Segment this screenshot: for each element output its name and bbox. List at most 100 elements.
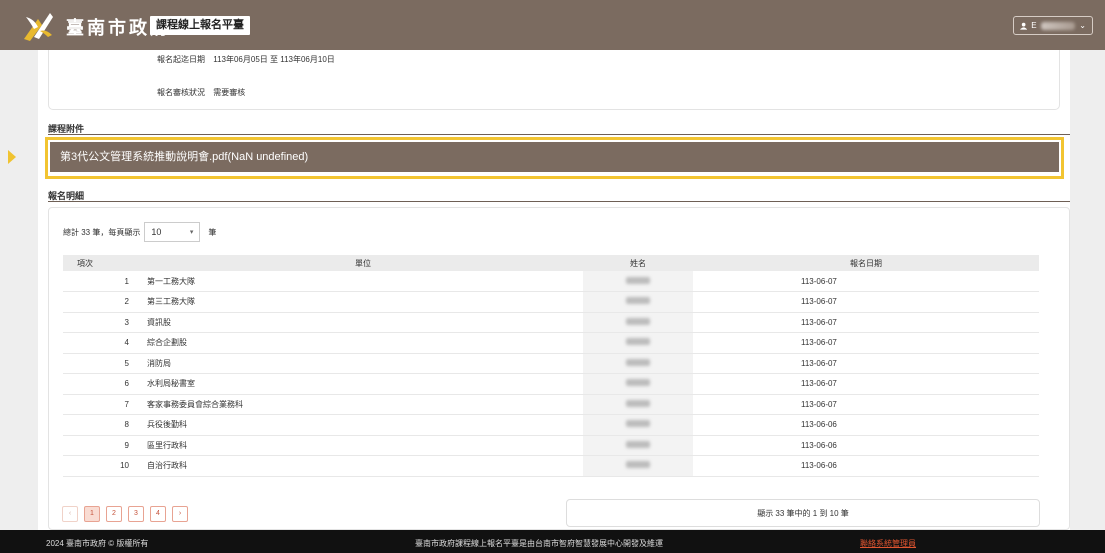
row-name-redacted bbox=[583, 373, 693, 395]
page-button-2[interactable]: 2 bbox=[106, 506, 122, 522]
page-size-select[interactable]: 10 ▾ bbox=[144, 222, 201, 242]
row-index: 6 bbox=[63, 373, 143, 395]
redacted-name-blur bbox=[626, 379, 650, 387]
table-header-row: 項次 單位 姓名 報名日期 bbox=[63, 255, 1039, 271]
side-toggle-arrow-icon[interactable] bbox=[8, 150, 16, 164]
chevron-down-icon: ▾ bbox=[189, 229, 194, 236]
count-prefix: 總計 33 筆，每頁顯示 bbox=[63, 227, 141, 237]
count-suffix: 筆 bbox=[208, 227, 217, 237]
redacted-name-blur bbox=[626, 461, 650, 469]
next-page-button[interactable]: › bbox=[172, 506, 188, 522]
redacted-name-blur bbox=[626, 276, 650, 284]
registration-detail-card: 總計 33 筆，每頁顯示 10 ▾ 筆 項次 單位 姓名 報名日期 1 第一工務大… bbox=[48, 207, 1070, 530]
footer-credit: 臺南市政府課程線上報名平臺是由台南市智府智慧發展中心開發及維運 bbox=[415, 539, 663, 548]
table-row: 6 水利局秘書室 113-06-07 bbox=[63, 373, 1039, 395]
row-date: 113-06-06 bbox=[693, 455, 1039, 477]
row-unit: 第一工務大隊 bbox=[143, 271, 583, 292]
row-name-redacted bbox=[583, 435, 693, 456]
page-button-1[interactable]: 1 bbox=[84, 506, 100, 522]
page-footer: 2024 臺南市政府 © 版權所有 臺南市政府課程線上報名平臺是由台南市智府智慧… bbox=[0, 530, 1105, 553]
row-name-redacted bbox=[583, 271, 693, 292]
row-index: 2 bbox=[63, 291, 143, 313]
row-index: 10 bbox=[63, 455, 143, 477]
table-row: 7 客家事務委員會綜合業務科 113-06-07 bbox=[63, 394, 1039, 415]
table-row: 8 兵役後勤科 113-06-06 bbox=[63, 414, 1039, 436]
redacted-name-blur bbox=[626, 338, 650, 346]
details-divider bbox=[48, 201, 1070, 202]
row-date: 113-06-07 bbox=[693, 271, 1039, 292]
page-button-4[interactable]: 4 bbox=[150, 506, 166, 522]
row-index: 3 bbox=[63, 312, 143, 333]
redacted-name-blur bbox=[626, 420, 650, 428]
course-info-card: 報名起迄日期 113年06月05日 至 113年06月10日 報名審核狀況 需要… bbox=[48, 50, 1060, 110]
col-unit-header: 單位 bbox=[143, 255, 583, 271]
row-unit: 消防局 bbox=[143, 353, 583, 374]
user-icon bbox=[1020, 22, 1028, 30]
row-index: 5 bbox=[63, 353, 143, 374]
row-index: 1 bbox=[63, 271, 143, 292]
row-index: 4 bbox=[63, 332, 143, 354]
tainan-logo-icon bbox=[24, 13, 53, 41]
chevron-down-icon: ⌄ bbox=[1079, 21, 1086, 30]
row-date: 113-06-07 bbox=[693, 291, 1039, 313]
redacted-name-blur bbox=[626, 358, 650, 366]
period-row: 報名起迄日期 113年06月05日 至 113年06月10日 bbox=[157, 54, 335, 65]
table-row: 2 第三工務大隊 113-06-07 bbox=[63, 291, 1039, 313]
user-menu-button[interactable]: E ⌄ bbox=[1013, 16, 1093, 35]
row-date: 113-06-06 bbox=[693, 435, 1039, 456]
redacted-name-blur bbox=[626, 317, 650, 325]
row-unit: 客家事務委員會綜合業務科 bbox=[143, 394, 583, 415]
pagination-summary: 顯示 33 筆中的 1 到 10 筆 bbox=[566, 499, 1040, 527]
period-value: 113年06月05日 至 113年06月10日 bbox=[213, 55, 335, 64]
table-row: 10 自治行政科 113-06-06 bbox=[63, 455, 1039, 477]
row-index: 9 bbox=[63, 435, 143, 456]
page-size-line: 總計 33 筆，每頁顯示 10 ▾ 筆 bbox=[63, 222, 216, 242]
row-name-redacted bbox=[583, 291, 693, 313]
row-unit: 第三工務大隊 bbox=[143, 291, 583, 313]
main-content: 報名起迄日期 113年06月05日 至 113年06月10日 報名審核狀況 需要… bbox=[38, 50, 1070, 530]
page-size-value: 10 bbox=[151, 227, 162, 237]
col-name-header: 姓名 bbox=[583, 255, 693, 271]
footer-copyright: 2024 臺南市政府 © 版權所有 bbox=[46, 539, 149, 548]
registration-table: 項次 單位 姓名 報名日期 1 第一工務大隊 113-06-07 2 第三工務大隊 113… bbox=[63, 255, 1039, 477]
table-row: 3 資訊股 113-06-07 bbox=[63, 312, 1039, 333]
table-row: 9 區里行政科 113-06-06 bbox=[63, 435, 1039, 456]
row-unit: 區里行政科 bbox=[143, 435, 583, 456]
review-row: 報名審核狀況 需要審核 bbox=[157, 87, 245, 98]
redacted-name-blur bbox=[626, 297, 650, 305]
row-index: 8 bbox=[63, 414, 143, 436]
row-name-redacted bbox=[583, 394, 693, 415]
row-unit: 自治行政科 bbox=[143, 455, 583, 477]
redacted-name-blur bbox=[626, 399, 650, 407]
row-unit: 兵役後勤科 bbox=[143, 414, 583, 436]
col-idx-header: 項次 bbox=[63, 255, 143, 271]
row-name-redacted bbox=[583, 414, 693, 436]
row-index: 7 bbox=[63, 394, 143, 415]
user-name-redacted bbox=[1040, 21, 1076, 30]
user-initial: E bbox=[1031, 21, 1037, 30]
row-name-redacted bbox=[583, 312, 693, 333]
pagination: ‹ 1 2 3 4 › bbox=[62, 506, 188, 522]
row-date: 113-06-07 bbox=[693, 373, 1039, 395]
row-date: 113-06-07 bbox=[693, 353, 1039, 374]
row-date: 113-06-06 bbox=[693, 414, 1039, 436]
app-name-badge: 課程線上報名平臺 bbox=[150, 16, 250, 35]
table-row: 4 綜合企劃股 113-06-07 bbox=[63, 332, 1039, 354]
row-date: 113-06-07 bbox=[693, 312, 1039, 333]
prev-page-button[interactable]: ‹ bbox=[62, 506, 78, 522]
review-label: 報名審核狀況 bbox=[157, 88, 205, 97]
row-name-redacted bbox=[583, 332, 693, 354]
col-date-header: 報名日期 bbox=[693, 255, 1039, 271]
row-date: 113-06-07 bbox=[693, 332, 1039, 354]
attachment-file-link[interactable]: 第3代公文管理系統推動說明會.pdf(NaN undefined) bbox=[50, 142, 1059, 172]
row-unit: 水利局秘書室 bbox=[143, 373, 583, 395]
row-unit: 資訊股 bbox=[143, 312, 583, 333]
period-label: 報名起迄日期 bbox=[157, 55, 205, 64]
table-row: 5 消防局 113-06-07 bbox=[63, 353, 1039, 374]
page-button-3[interactable]: 3 bbox=[128, 506, 144, 522]
row-name-redacted bbox=[583, 353, 693, 374]
contact-admin-link[interactable]: 聯絡系統管理員 bbox=[860, 538, 916, 549]
redacted-name-blur bbox=[626, 440, 650, 448]
row-name-redacted bbox=[583, 455, 693, 477]
table-row: 1 第一工務大隊 113-06-07 bbox=[63, 271, 1039, 292]
